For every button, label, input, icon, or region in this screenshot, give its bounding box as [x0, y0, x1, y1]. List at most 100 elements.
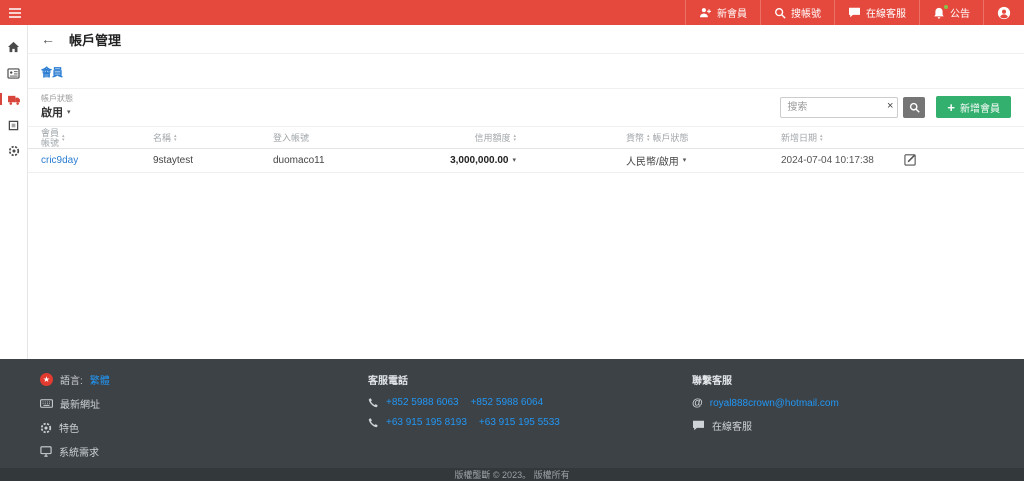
copyright-text: 版權壟斷 © 2023。 版權所有 [454, 470, 570, 480]
new-member-button[interactable]: 新會員 [685, 0, 760, 25]
header-name[interactable]: 名稱 ▴ ▾ [153, 131, 273, 144]
status-dropdown-value: 啟用 [41, 107, 63, 120]
sidebar-item-active-module[interactable] [0, 86, 27, 112]
monitor-icon [40, 446, 52, 457]
footer-phone-column: 客服電話 +852 5988 6063 +852 5988 6064 +63 9… [368, 372, 692, 468]
sidebar-item-settings[interactable] [0, 138, 27, 164]
sidebar [0, 25, 28, 359]
filter-label: 帳戶狀態 [41, 94, 73, 103]
filter-toolbar: 帳戶狀態 啟用 ▾ × + 新增會員 [28, 89, 1024, 126]
features-link: 特色 [59, 424, 79, 435]
truck-icon [7, 94, 21, 105]
topbar: 新會員 搜帳號 在線客服 公告 [0, 0, 1024, 25]
search-field-wrap: × [780, 96, 899, 118]
tab-members[interactable]: 會員 [41, 67, 63, 79]
chat-icon [692, 420, 705, 431]
online-service-button[interactable]: 在線客服 [834, 0, 919, 25]
member-name-cell: 9staytest [153, 155, 194, 167]
back-arrow-icon[interactable]: ← [41, 32, 55, 46]
profile-button[interactable] [983, 0, 1024, 25]
header-credit-limit[interactable]: 信用額度 ▴ ▾ [474, 131, 516, 144]
header-member-line2: 帳號 [41, 137, 60, 148]
credit-limit-value: 3,000,000.00 [450, 155, 509, 167]
sort-icon: ▴ ▾ [174, 132, 177, 143]
account-status-filter: 帳戶狀態 啟用 ▾ [41, 94, 73, 120]
square-icon [8, 120, 19, 131]
language-label: 語言: [60, 376, 83, 387]
currency-status-value: 人民幣/啟用 [626, 157, 679, 169]
phone-number-link[interactable]: +63 915 195 8193 [386, 417, 467, 428]
add-member-label: 新增會員 [960, 103, 1000, 115]
sort-icon: ▴ ▾ [62, 132, 65, 143]
latest-url-row[interactable]: 最新網址 [40, 396, 368, 411]
table-header: 會員 帳號 ▴ ▾ 名稱 ▴ ▾ 登入帳號 信用額度 ▴ ▾ 貨幣 ▴ ▾ 帳戶… [28, 126, 1024, 150]
toolbar-right: × + 新增會員 [780, 96, 1011, 119]
status-dropdown[interactable]: 啟用 ▾ [41, 104, 73, 120]
clear-search-icon[interactable]: × [887, 100, 893, 113]
bell-icon [933, 4, 948, 19]
phone-icon [368, 417, 379, 428]
search-icon [909, 102, 920, 113]
footer: ★ 語言: 繁體 最新網址 特色 系統需求 客服電話 +852 5988 606… [0, 359, 1024, 481]
language-link[interactable]: 繁體 [90, 372, 110, 387]
footer-contact-column: 聯繫客服 @ royal888crown@hotmail.com 在線客服 [692, 372, 984, 468]
edit-button[interactable] [904, 153, 917, 166]
currency-status-dropdown[interactable]: 人民幣/啟用 ▾ [626, 153, 751, 168]
search-button[interactable] [903, 96, 926, 118]
search-input[interactable] [780, 96, 899, 118]
search-icon [774, 7, 786, 19]
footer-copyright-bar: 版權壟斷 © 2023。 版權所有 [0, 468, 1024, 481]
gear-icon [8, 145, 20, 157]
sort-icon: ▴ ▾ [820, 132, 823, 143]
person-plus-icon [699, 7, 712, 18]
header-member-account[interactable]: 會員 帳號 ▴ ▾ [41, 128, 153, 149]
sidebar-item-reports[interactable] [0, 112, 27, 138]
language-row: ★ 語言: 繁體 [40, 372, 368, 387]
chevron-down-icon: ▾ [682, 157, 687, 165]
phone-row: +852 5988 6063 +852 5988 6064 [368, 397, 692, 408]
avatar-icon [997, 6, 1011, 20]
search-account-label: 搜帳號 [791, 9, 821, 20]
page-title: 帳戶管理 [69, 32, 122, 48]
header-member-line1: 會員 [41, 127, 60, 138]
phone-number-link[interactable]: +63 915 195 5533 [479, 417, 560, 428]
announcements-button[interactable]: 公告 [919, 0, 983, 25]
phone-number-link[interactable]: +852 5988 6064 [471, 397, 544, 408]
hamburger-menu-icon[interactable] [0, 0, 30, 25]
table-row: cric9day 9staytest duomaco11 3,000,000.0… [28, 149, 1024, 174]
chat-icon [848, 7, 861, 18]
phone-icon [368, 397, 379, 408]
member-account-link[interactable]: cric9day [41, 155, 78, 166]
features-row[interactable]: 特色 [40, 420, 368, 435]
chevron-down-icon: ▾ [67, 108, 71, 116]
online-service-label: 在線客服 [866, 9, 906, 20]
page-header: ← 帳戶管理 [28, 25, 1024, 54]
sidebar-item-accounts[interactable] [0, 60, 27, 86]
header-created-date[interactable]: 新增日期 ▴ ▾ [751, 131, 879, 144]
latest-url-link: 最新網址 [60, 400, 100, 411]
edit-pencil-icon [904, 153, 917, 166]
phone-row: +63 915 195 8193 +63 915 195 5533 [368, 417, 692, 428]
header-currency-status[interactable]: 貨幣 ▴ ▾ 帳戶狀態 [516, 131, 751, 144]
plus-icon: + [947, 99, 955, 115]
contact-section-title: 聯繫客服 [692, 376, 732, 387]
topbar-actions: 新會員 搜帳號 在線客服 公告 [685, 0, 1024, 25]
search-account-button[interactable]: 搜帳號 [760, 0, 834, 25]
add-member-button[interactable]: + 新增會員 [936, 96, 1011, 119]
main-content: ← 帳戶管理 會員 帳戶狀態 啟用 ▾ × + 新增會員 [28, 25, 1024, 359]
at-icon: @ [692, 397, 703, 409]
flag-icon: ★ [40, 373, 53, 386]
header-login-account: 登入帳號 [273, 133, 310, 144]
sidebar-item-home[interactable] [0, 34, 27, 60]
gear-icon [40, 422, 52, 434]
tab-bar: 會員 [28, 54, 1024, 89]
phone-number-link[interactable]: +852 5988 6063 [386, 397, 459, 408]
created-date-cell: 2024-07-04 10:17:38 [781, 155, 874, 167]
online-service-row[interactable]: 在線客服 [692, 418, 984, 433]
online-service-link: 在線客服 [712, 422, 752, 433]
credit-limit-dropdown[interactable]: 3,000,000.00 ▾ [450, 155, 516, 166]
system-requirements-row[interactable]: 系統需求 [40, 444, 368, 459]
email-link[interactable]: royal888crown@hotmail.com [710, 398, 839, 409]
id-card-icon [7, 67, 20, 79]
footer-main: ★ 語言: 繁體 最新網址 特色 系統需求 客服電話 +852 5988 606… [0, 359, 1024, 468]
